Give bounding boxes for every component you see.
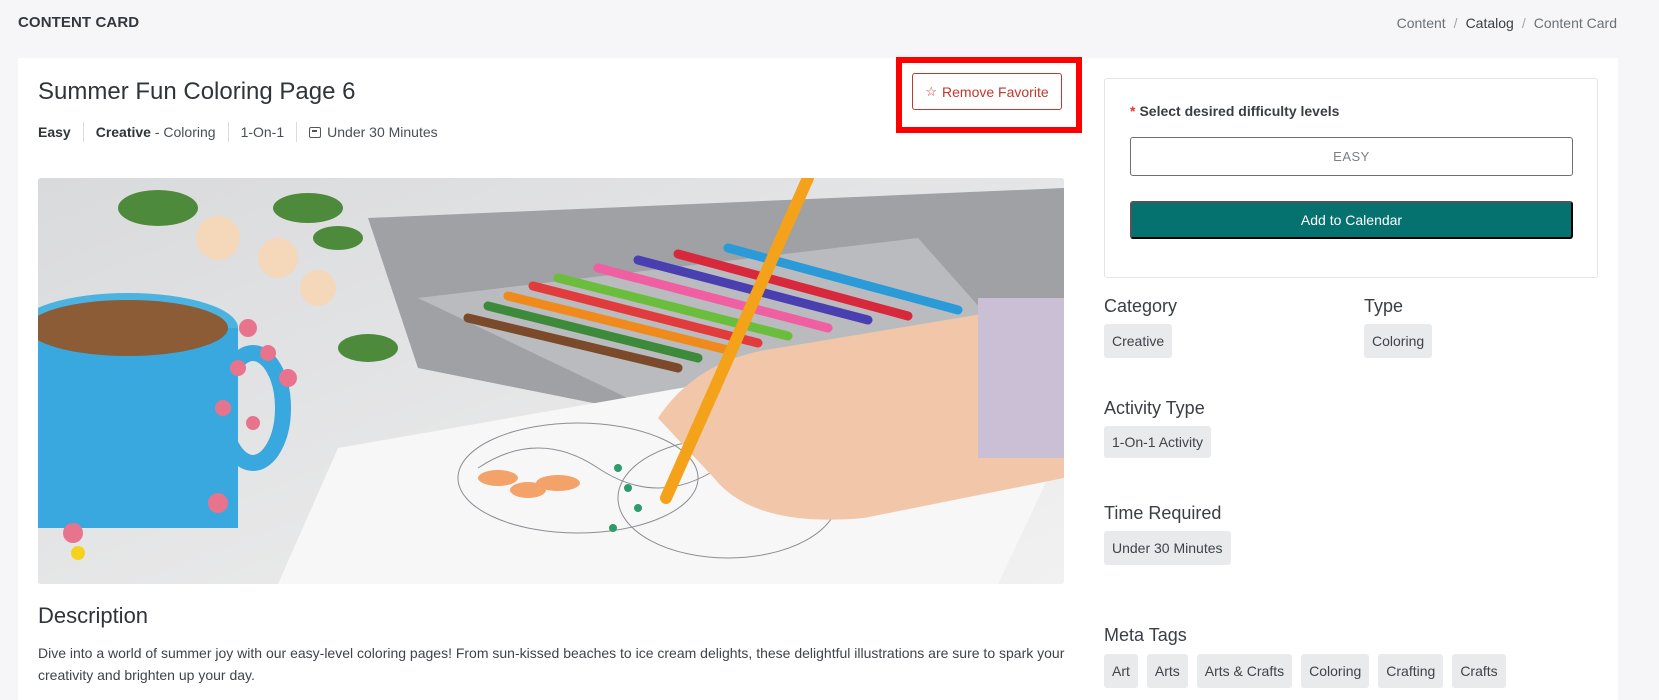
- description-title: Description: [38, 603, 149, 628]
- meta-time: Under 30 Minutes: [296, 122, 450, 142]
- meta-tag[interactable]: Crafting: [1378, 654, 1444, 688]
- star-outline-icon: ☆: [925, 83, 938, 99]
- meta-activity: 1-On-1: [227, 122, 297, 142]
- difficulty-label: * Select desired difficulty levels: [1130, 103, 1340, 119]
- difficulty-select[interactable]: EASY: [1130, 137, 1573, 176]
- breadcrumb-content-card: Content Card: [1533, 15, 1617, 31]
- meta-tags-list: Art Arts Arts & Crafts Coloring Crafting…: [1104, 654, 1506, 688]
- page-title: CONTENT CARD: [18, 14, 140, 31]
- meta-tag[interactable]: Coloring: [1301, 654, 1370, 688]
- hero-illustration: [38, 178, 1064, 584]
- category-chip: Creative: [1104, 324, 1173, 358]
- required-mark: *: [1130, 103, 1136, 119]
- add-to-calendar-button[interactable]: Add to Calendar: [1130, 201, 1573, 239]
- time-required-chip: Under 30 Minutes: [1104, 531, 1231, 565]
- type-heading: Type: [1364, 296, 1404, 316]
- breadcrumb: Content / Catalog / Content Card: [1397, 15, 1617, 31]
- category-heading: Category: [1104, 296, 1178, 316]
- breadcrumb-separator: /: [1453, 15, 1458, 31]
- meta-category: Creative - Coloring: [82, 122, 228, 142]
- breadcrumb-content[interactable]: Content: [1397, 15, 1446, 31]
- type-chip: Coloring: [1364, 324, 1433, 358]
- meta-tag[interactable]: Crafts: [1452, 654, 1506, 688]
- breadcrumb-separator: /: [1521, 15, 1526, 31]
- clock-icon: [309, 126, 322, 138]
- meta-difficulty: Easy: [38, 124, 71, 140]
- content-card: Summer Fun Coloring Page 6 Easy Creative…: [18, 57, 1618, 700]
- description-text: Dive into a world of summer joy with our…: [38, 645, 1065, 683]
- hero-image: [38, 178, 1064, 584]
- breadcrumb-catalog[interactable]: Catalog: [1466, 15, 1514, 31]
- content-title: Summer Fun Coloring Page 6: [38, 78, 356, 105]
- meta-tags-heading: Meta Tags: [1104, 625, 1187, 645]
- schedule-box: * Select desired difficulty levels EASY A…: [1104, 78, 1598, 278]
- page-header: CONTENT CARD Content / Catalog / Content…: [0, 0, 1659, 46]
- meta-tag[interactable]: Arts & Crafts: [1196, 654, 1293, 688]
- activity-type-chip: 1-On-1 Activity: [1104, 426, 1212, 458]
- meta-tag[interactable]: Art: [1104, 654, 1138, 688]
- activity-type-heading: Activity Type: [1104, 398, 1205, 418]
- meta-tag[interactable]: Arts: [1146, 654, 1188, 688]
- meta-line: Easy Creative - Coloring 1-On-1 Under 30…: [38, 122, 450, 142]
- time-required-heading: Time Required: [1104, 503, 1222, 523]
- remove-favorite-button[interactable]: ☆ Remove Favorite: [912, 73, 1062, 110]
- remove-favorite-label: Remove Favorite: [942, 83, 1049, 100]
